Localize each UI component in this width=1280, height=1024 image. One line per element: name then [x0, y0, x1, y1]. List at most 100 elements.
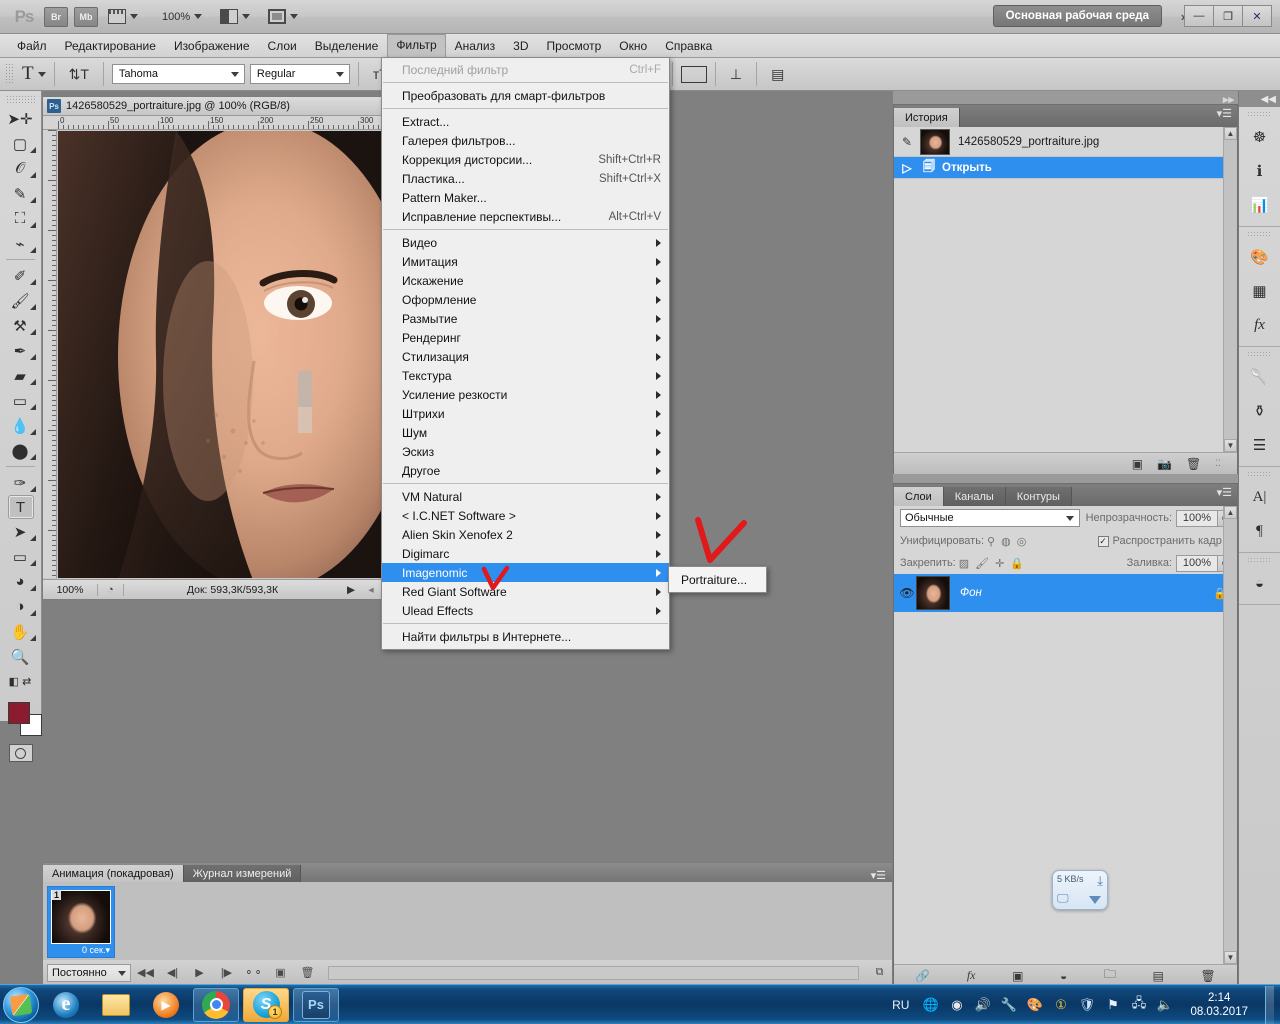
taskbar-photoshop[interactable]: Ps	[293, 987, 339, 1022]
lock-transparency-icon[interactable]: ▨	[956, 557, 972, 570]
3d-orbit-tool[interactable]: ◑	[0, 594, 40, 619]
network-speed-widget[interactable]: 5 KB/s ⤓ 🖵	[1052, 870, 1108, 910]
lock-position-icon[interactable]: ✛	[992, 557, 1007, 570]
convert-to-timeline-icon[interactable]: ⧉	[867, 963, 892, 983]
swatches-icon[interactable]: ▦	[1239, 274, 1280, 308]
filter-menu-item[interactable]: Исправление перспективы... Alt+Ctrl+V	[382, 207, 669, 226]
font-family-select[interactable]: Tahoma	[111, 64, 245, 84]
fill-value[interactable]: 100%	[1176, 554, 1218, 572]
foreground-color-swatch[interactable]	[8, 702, 30, 724]
layers-scrollbar[interactable]: ▲ ▼	[1223, 506, 1237, 964]
delete-state-icon[interactable]: 🗑	[1186, 457, 1201, 471]
history-source-toggle-icon[interactable]: ▷	[898, 158, 916, 178]
crop-tool[interactable]: ⛶	[0, 206, 40, 231]
filter-menu-item[interactable]: Imagenomic	[382, 563, 669, 582]
character-icon[interactable]: A|	[1239, 480, 1280, 514]
filter-menu-item[interactable]: Пластика... Shift+Ctrl+X	[382, 169, 669, 188]
view-extras-chevron-icon[interactable]	[130, 14, 138, 19]
rail-grip[interactable]	[1247, 231, 1272, 238]
filter-menu-item[interactable]: Размытие	[382, 309, 669, 328]
brush-tool[interactable]: 🖌	[0, 288, 40, 313]
history-brush-source-icon[interactable]: ✎	[898, 132, 916, 152]
quick-mask-button[interactable]	[8, 744, 33, 762]
status-zoom-value[interactable]: 100%	[43, 583, 98, 596]
clone-stamp-tool[interactable]: ⚒	[0, 313, 40, 338]
opera-icon[interactable]: ◉	[948, 996, 965, 1013]
menu-4[interactable]: Выделение	[306, 35, 388, 57]
view-extras-icon[interactable]	[108, 9, 126, 24]
opacity-value[interactable]: 100%	[1176, 509, 1218, 527]
speaker-icon[interactable]: 🔈	[1156, 996, 1173, 1013]
unify-position-icon[interactable]: ⚲	[984, 535, 998, 548]
close-button[interactable]: ✕	[1242, 5, 1272, 27]
rail-grip[interactable]	[1247, 111, 1272, 118]
rectangle-tool[interactable]: ▭	[0, 544, 40, 569]
filter-menu-item[interactable]: Найти фильтры в Интернете...	[382, 627, 669, 646]
taskbar-explorer[interactable]	[93, 988, 139, 1022]
tool-icon[interactable]: 🔧	[1000, 996, 1017, 1013]
warp-text-icon[interactable]: ⊥	[724, 66, 748, 83]
tween-frames-icon[interactable]: ⚬⚬	[241, 963, 266, 983]
taskbar-skype[interactable]: S 1	[243, 987, 289, 1022]
history-panel-menu-icon[interactable]: ▾☰	[1217, 109, 1232, 120]
menu-9[interactable]: Окно	[610, 35, 656, 57]
unify-visibility-icon[interactable]: ◍	[998, 535, 1014, 548]
select-previous-frame-icon[interactable]: ◀|	[160, 963, 185, 983]
arrange-chevron-icon[interactable]	[242, 14, 251, 19]
delete-frame-icon[interactable]: 🗑	[295, 963, 320, 983]
move-tool[interactable]: ➤✛	[0, 106, 40, 131]
menu-2[interactable]: Изображение	[165, 35, 259, 57]
document-title-bar[interactable]: Ps 1426580529_portraiture.jpg @ 100% (RG…	[43, 97, 381, 116]
filter-menu-item[interactable]: Digimarc	[382, 544, 669, 563]
screen-mode-icon[interactable]	[268, 9, 287, 24]
menu-8[interactable]: Просмотр	[537, 35, 610, 57]
lock-all-icon[interactable]: 🔒	[1007, 557, 1027, 570]
rail-grip[interactable]	[1247, 351, 1272, 358]
layer-row-background[interactable]: 👁 Фон 🔒	[894, 574, 1237, 612]
submenu-item-portraiture[interactable]: Portraiture...	[669, 570, 766, 589]
vertical-ruler[interactable]	[43, 130, 57, 578]
filter-menu-item[interactable]: Галерея фильтров...	[382, 131, 669, 150]
menu-1[interactable]: Редактирование	[56, 35, 165, 57]
widget-dropdown-icon[interactable]	[1089, 896, 1101, 904]
zoom-tool[interactable]: 🔍	[0, 644, 40, 669]
propagate-checkbox[interactable]: ✓	[1097, 535, 1109, 547]
mask-toggle-icon[interactable]: ◒	[1239, 566, 1280, 600]
filter-menu-item[interactable]: Стилизация	[382, 347, 669, 366]
filter-menu-item[interactable]: VM Natural	[382, 487, 669, 506]
paragraph-icon[interactable]: ¶	[1239, 514, 1280, 548]
pen-tool[interactable]: ✑	[0, 470, 40, 495]
filter-menu-item[interactable]: Усиление резкости	[382, 385, 669, 404]
menu-10[interactable]: Справка	[656, 35, 721, 57]
styles-fx-icon[interactable]: fx	[1239, 308, 1280, 342]
taskbar-internet-explorer[interactable]: e	[43, 988, 89, 1022]
filter-menu-item[interactable]: Другое	[382, 461, 669, 480]
bridge-button[interactable]: Br	[44, 6, 68, 27]
new-adjustment-layer-icon[interactable]: ◒	[1060, 969, 1067, 983]
filter-menu-item[interactable]: Имитация	[382, 252, 669, 271]
history-brush-tool[interactable]: ✒	[0, 338, 40, 363]
taskbar-clock[interactable]: 2:14 08.03.2017	[1182, 991, 1256, 1019]
minimize-button[interactable]: —	[1184, 5, 1214, 27]
tab-контуры[interactable]: Контуры	[1005, 487, 1072, 506]
filter-menu-item[interactable]: Оформление	[382, 290, 669, 309]
animation-frame-1[interactable]: 1 0 сек.▾	[47, 886, 115, 958]
new-layer-icon[interactable]: ▤	[1153, 969, 1164, 983]
new-snapshot-icon[interactable]: 📷	[1157, 457, 1172, 471]
eyedropper-tool[interactable]: ⌁	[0, 231, 40, 256]
history-icon[interactable]: ☸	[1239, 120, 1280, 154]
history-state-open[interactable]: ▷ 🗐 Открыть	[894, 157, 1237, 179]
new-document-icon[interactable]: ▣	[1132, 457, 1143, 471]
delete-layer-icon[interactable]: 🗑	[1200, 969, 1215, 983]
add-layer-mask-icon[interactable]: ▣	[1012, 969, 1023, 983]
lasso-tool[interactable]: 𝒪	[0, 156, 40, 181]
lock-image-icon[interactable]: 🖌	[972, 557, 992, 570]
default-colors-icon[interactable]: ◧ ⇄	[0, 669, 40, 694]
show-desktop-button[interactable]	[1265, 985, 1274, 1024]
type-tool-icon[interactable]: T	[18, 63, 38, 85]
filter-menu-item[interactable]: Коррекция дисторсии... Shift+Ctrl+R	[382, 150, 669, 169]
text-orientation-icon[interactable]: ⇅T	[63, 66, 95, 83]
rail-grip[interactable]	[1247, 471, 1272, 478]
frame-duration[interactable]: 0 сек.▾	[48, 945, 114, 956]
shield-icon[interactable]: 🛡	[1078, 996, 1096, 1013]
